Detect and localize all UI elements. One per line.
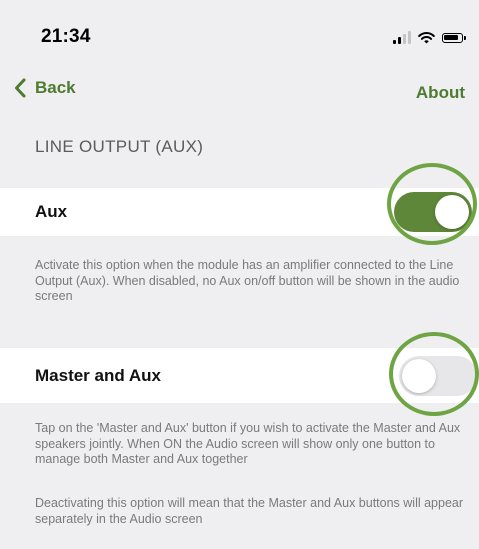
status-time: 21:34	[41, 26, 91, 47]
master-and-aux-description-extra: Deactivating this option will mean that …	[35, 496, 464, 526]
master-and-aux-description: Tap on the 'Master and Aux' button if yo…	[35, 421, 461, 466]
master-and-aux-toggle[interactable]	[399, 356, 477, 396]
back-button[interactable]: Back	[14, 78, 76, 98]
chevron-left-icon	[15, 78, 26, 98]
status-bar: 21:34	[0, 0, 479, 70]
section-title: LINE OUTPUT (AUX)	[35, 137, 204, 156]
row-label-master-and-aux: Master and Aux	[35, 365, 161, 385]
toggle-knob	[402, 359, 436, 393]
about-link[interactable]: About	[416, 83, 465, 103]
row-label-aux: Aux	[35, 202, 68, 221]
navigation-bar: Back About	[0, 72, 479, 112]
toggle-knob	[435, 195, 469, 229]
wifi-icon	[418, 32, 435, 44]
cellular-signal-icon	[393, 31, 411, 44]
aux-description: Activate this option when the module has…	[35, 258, 460, 303]
battery-icon	[442, 33, 466, 43]
back-label: Back	[35, 78, 76, 97]
status-icons	[393, 28, 466, 44]
aux-toggle[interactable]	[394, 192, 472, 232]
settings-row-master-and-aux: Master and Aux	[0, 348, 479, 403]
settings-row-aux: Aux	[0, 188, 479, 236]
